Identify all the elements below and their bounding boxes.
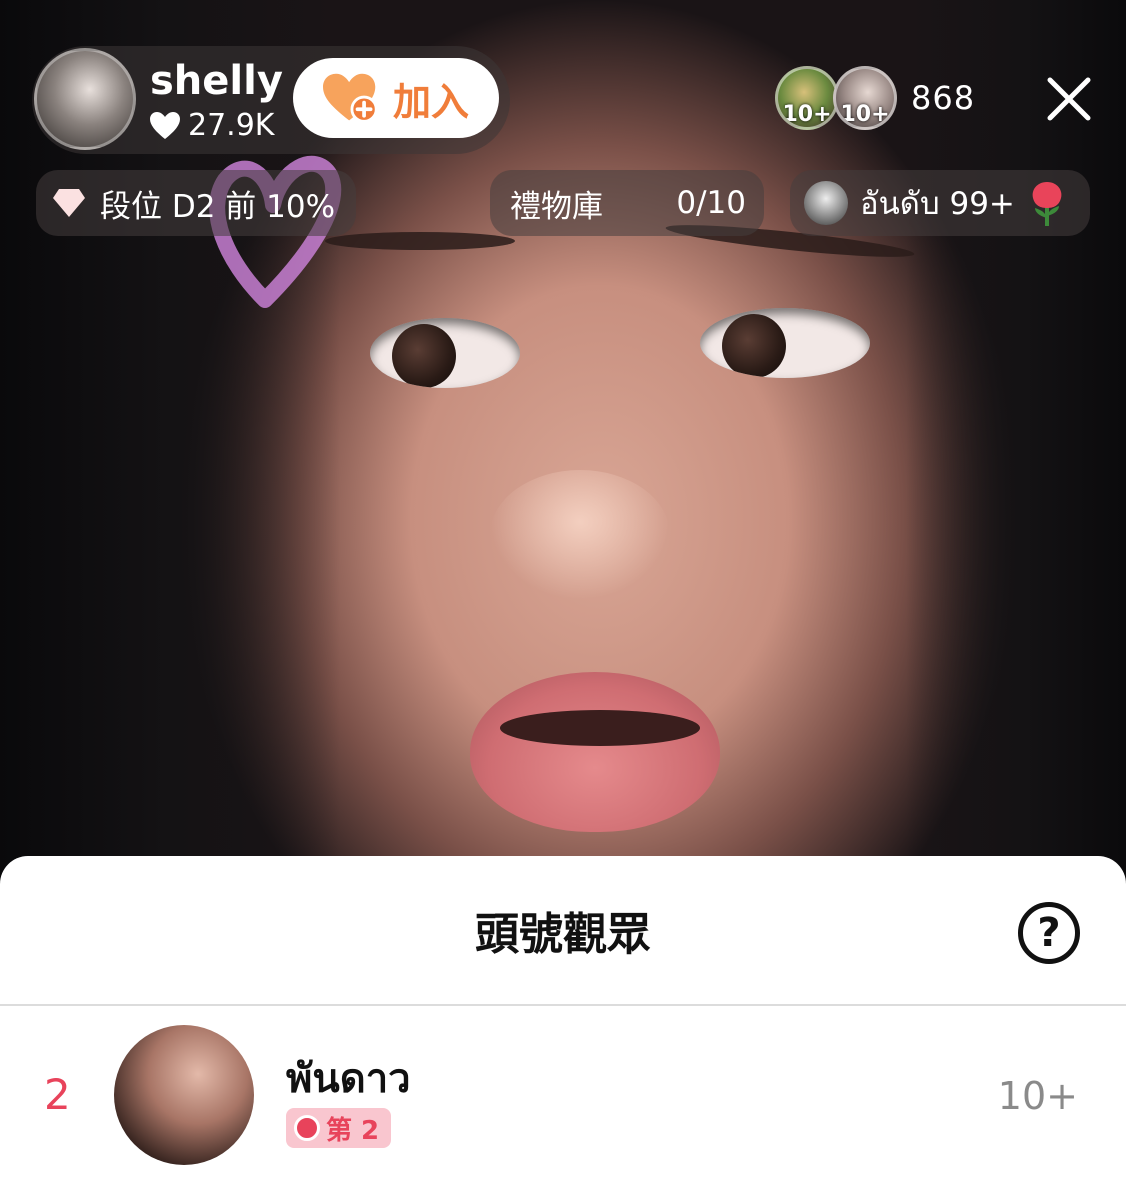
gift-library-chip[interactable]: 禮物庫 0/10 [490,170,764,236]
medal-icon [294,1115,320,1141]
left-eye [370,318,520,388]
row-badge-text: 第 2 [326,1115,380,1146]
viewer-avatar[interactable]: 10+ [833,66,897,130]
row-score: 10+ [997,1074,1078,1118]
likes-count: 27.9K [150,108,274,143]
thai-rank-chip[interactable]: อันดับ 99+ [790,170,1090,236]
close-icon[interactable] [1044,74,1094,124]
sheet-title: 頭號觀眾 [475,909,651,960]
creator-name[interactable]: shelly [150,58,283,104]
row-name[interactable]: พันดาว [286,1046,411,1110]
viewer-count[interactable]: 868 [911,79,975,117]
divider [0,1004,1126,1006]
join-button[interactable]: 加入 [293,58,499,138]
hair-right [906,0,1126,880]
row-rank: 2 [44,1070,71,1119]
diamond-icon [53,189,85,217]
help-button[interactable]: ? [1018,902,1080,964]
mini-avatar [804,181,848,225]
rank-text: 段位 D2 前 10% [100,188,336,225]
thai-rank-text: อันดับ 99+ [860,186,1015,222]
heart-plus-icon [322,73,378,123]
right-eye [700,308,870,378]
join-label: 加入 [392,79,469,124]
gift-library-count: 0/10 [676,185,746,221]
mouth [500,710,700,746]
likes-value: 27.9K [188,108,275,143]
row-badge: 第 2 [286,1108,392,1148]
left-eyebrow [325,232,515,250]
viewer-badge: 10+ [782,102,832,127]
nose [490,470,670,600]
rank-chip[interactable]: 段位 D2 前 10% [36,170,356,236]
left-iris [392,324,456,388]
viewer-badge: 10+ [840,102,890,127]
heart-icon [150,111,180,139]
right-iris [722,314,786,378]
lips [470,672,720,832]
viewer-avatar[interactable]: 10+ [775,66,839,130]
top-viewers[interactable]: 10+ 10+ 868 [775,66,975,130]
row-avatar[interactable] [114,1025,254,1165]
rose-icon [1032,182,1062,226]
gift-library-label: 禮物庫 [510,188,603,225]
creator-avatar[interactable] [34,48,136,150]
